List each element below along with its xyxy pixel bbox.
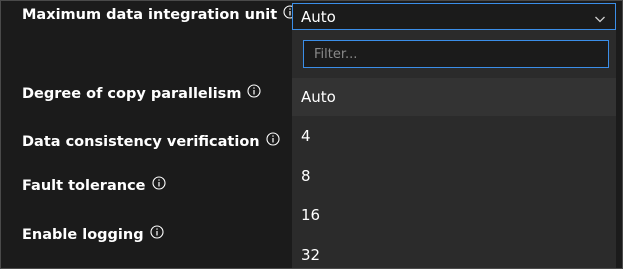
option-32[interactable]: 32 [292, 234, 616, 269]
setting-copy-parallelism: Degree of copy parallelism [22, 84, 261, 102]
option-label: Auto [301, 88, 336, 106]
select-value: Auto [301, 7, 336, 26]
max-diu-select[interactable]: Auto [292, 3, 616, 30]
setting-label: Enable logging [22, 227, 144, 243]
option-label: 8 [301, 167, 311, 185]
setting-label: Degree of copy parallelism [22, 86, 242, 102]
option-8[interactable]: 8 [292, 156, 616, 196]
info-icon[interactable] [247, 84, 261, 98]
info-icon[interactable] [151, 176, 166, 190]
setting-label: Fault tolerance [22, 178, 146, 194]
info-icon[interactable] [266, 132, 280, 146]
setting-fault-tolerance: Fault tolerance [22, 176, 166, 194]
setting-max-diu: Maximum data integration unit [22, 5, 297, 23]
option-4[interactable]: 4 [292, 116, 616, 156]
option-label: 32 [301, 246, 321, 264]
setting-enable-logging: Enable logging [22, 225, 164, 243]
info-icon[interactable] [150, 225, 164, 239]
option-label: 16 [301, 206, 321, 224]
setting-data-consistency: Data consistency verification [22, 132, 280, 150]
chevron-down-icon [594, 11, 606, 23]
option-label: 4 [301, 127, 311, 145]
option-auto[interactable]: Auto [292, 78, 616, 116]
filter-input[interactable] [303, 40, 609, 68]
setting-label: Data consistency verification [22, 134, 260, 150]
setting-label: Maximum data integration unit [22, 7, 278, 23]
select-dropdown: Auto 4 8 16 32 [292, 30, 616, 269]
option-16[interactable]: 16 [292, 196, 616, 234]
